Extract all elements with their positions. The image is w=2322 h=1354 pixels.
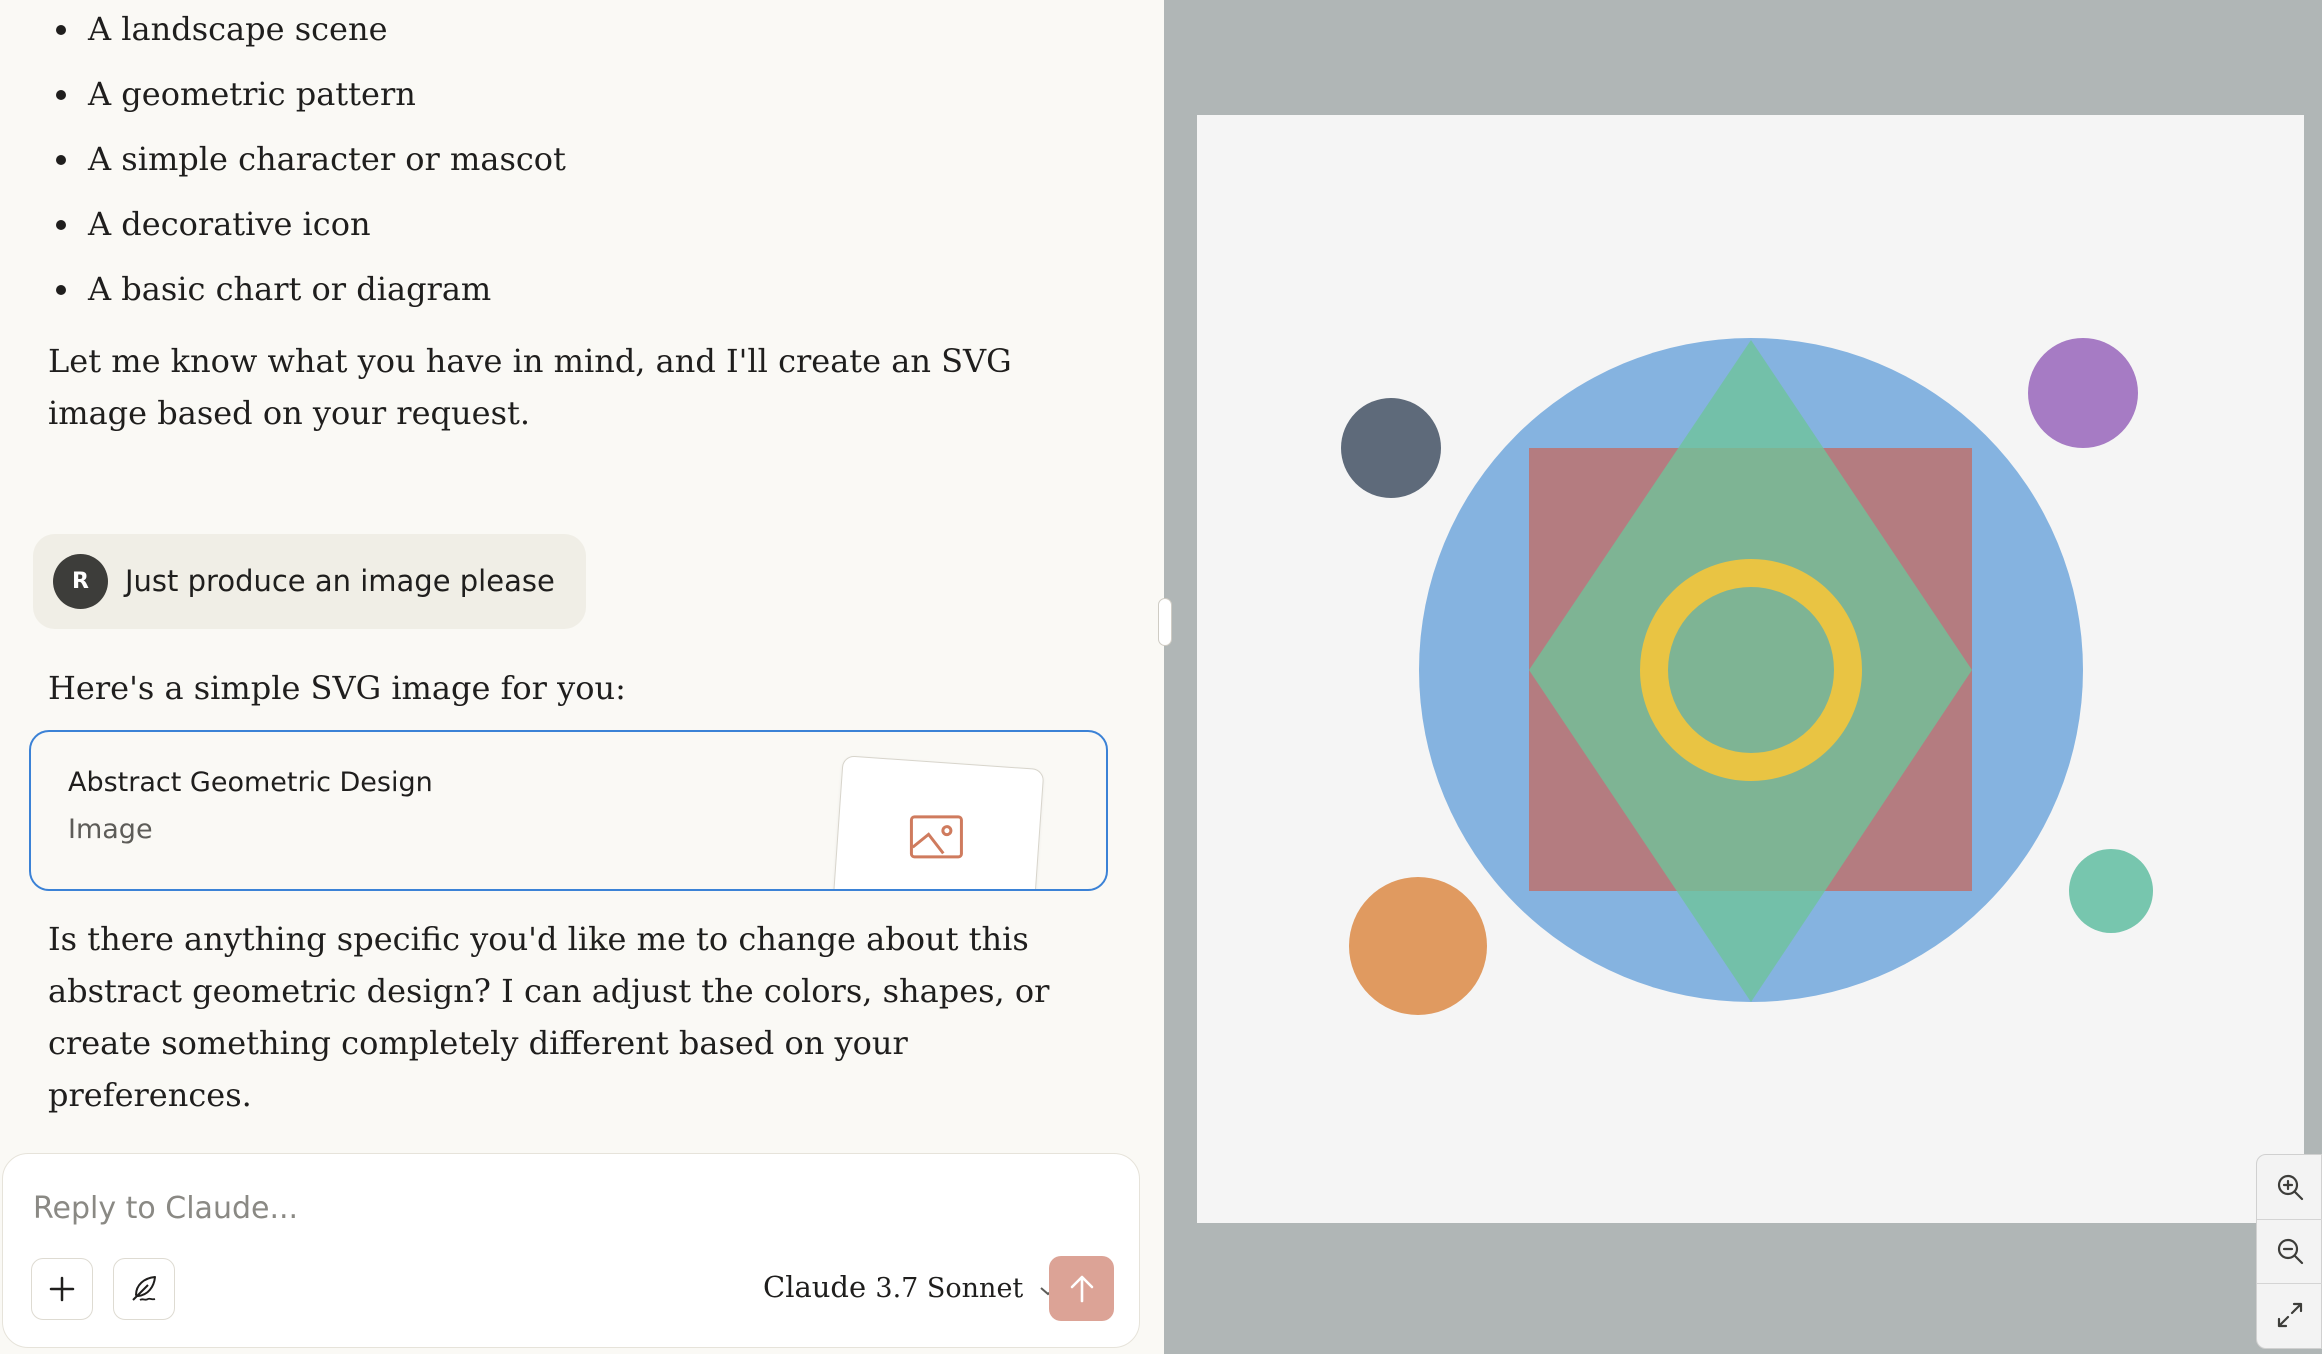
list-item-text: A decorative icon xyxy=(88,205,371,243)
list-item-text: A simple character or mascot xyxy=(88,140,566,178)
assistant-paragraph: Is there anything specific you'd like me… xyxy=(48,920,1050,1114)
list-item: A landscape scene xyxy=(48,0,566,65)
model-selector[interactable]: Claude 3.7 Sonnet xyxy=(763,1270,1057,1304)
bullet-icon xyxy=(56,155,66,165)
teal-dot xyxy=(2069,849,2153,933)
reply-input[interactable] xyxy=(31,1182,1085,1234)
artifact-type-label: Image xyxy=(68,814,153,845)
list-item: A simple character or mascot xyxy=(48,130,566,195)
model-name: Claude xyxy=(763,1270,867,1304)
send-button[interactable] xyxy=(1049,1256,1114,1321)
bullet-icon xyxy=(56,285,66,295)
list-item-text: A landscape scene xyxy=(88,10,388,48)
user-message-text: Just produce an image please xyxy=(125,564,555,598)
zoom-controls xyxy=(2256,1154,2322,1349)
fit-to-screen-button[interactable] xyxy=(2257,1283,2322,1347)
artifact-card[interactable]: Abstract Geometric Design Image xyxy=(29,730,1108,891)
bullet-icon xyxy=(56,90,66,100)
expand-icon xyxy=(2277,1302,2303,1328)
list-item: A decorative icon xyxy=(48,195,566,260)
panel-resize-handle[interactable] xyxy=(1158,598,1172,646)
image-icon xyxy=(909,815,963,859)
image-canvas xyxy=(1197,115,2304,1223)
orange-dot xyxy=(1349,877,1487,1015)
suggestion-list: A landscape scene A geometric pattern A … xyxy=(48,0,566,325)
zoom-in-button[interactable] xyxy=(2257,1155,2322,1220)
purple-dot xyxy=(2028,338,2138,448)
user-message: R Just produce an image please xyxy=(33,534,586,629)
writing-style-button[interactable] xyxy=(113,1258,175,1320)
arrow-up-icon xyxy=(1070,1275,1093,1302)
zoom-out-icon xyxy=(2277,1238,2304,1265)
artifact-thumbnail xyxy=(831,755,1045,889)
assistant-paragraph: Let me know what you have in mind, and I… xyxy=(48,342,1012,432)
assistant-paragraph: Here's a simple SVG image for you: xyxy=(48,669,626,707)
zoom-out-button[interactable] xyxy=(2257,1219,2322,1284)
model-version: 3.7 Sonnet xyxy=(875,1273,1024,1304)
list-item: A geometric pattern xyxy=(48,65,566,130)
list-item-text: A basic chart or diagram xyxy=(88,270,492,308)
list-item: A basic chart or diagram xyxy=(48,260,566,325)
zoom-in-icon xyxy=(2277,1174,2304,1201)
feather-icon xyxy=(132,1276,156,1301)
artifact-title: Abstract Geometric Design xyxy=(68,767,433,798)
abstract-geometric-image xyxy=(1197,115,2304,1223)
list-item-text: A geometric pattern xyxy=(88,75,416,113)
dark-dot xyxy=(1341,398,1441,498)
message-composer: Claude 3.7 Sonnet xyxy=(2,1153,1140,1348)
bullet-icon xyxy=(56,25,66,35)
bullet-icon xyxy=(56,220,66,230)
avatar[interactable]: R xyxy=(53,554,108,609)
plus-icon xyxy=(49,1276,75,1302)
artifact-preview-panel xyxy=(1158,0,2322,1354)
add-content-button[interactable] xyxy=(31,1258,93,1320)
chat-panel: A landscape scene A geometric pattern A … xyxy=(0,0,1164,1354)
